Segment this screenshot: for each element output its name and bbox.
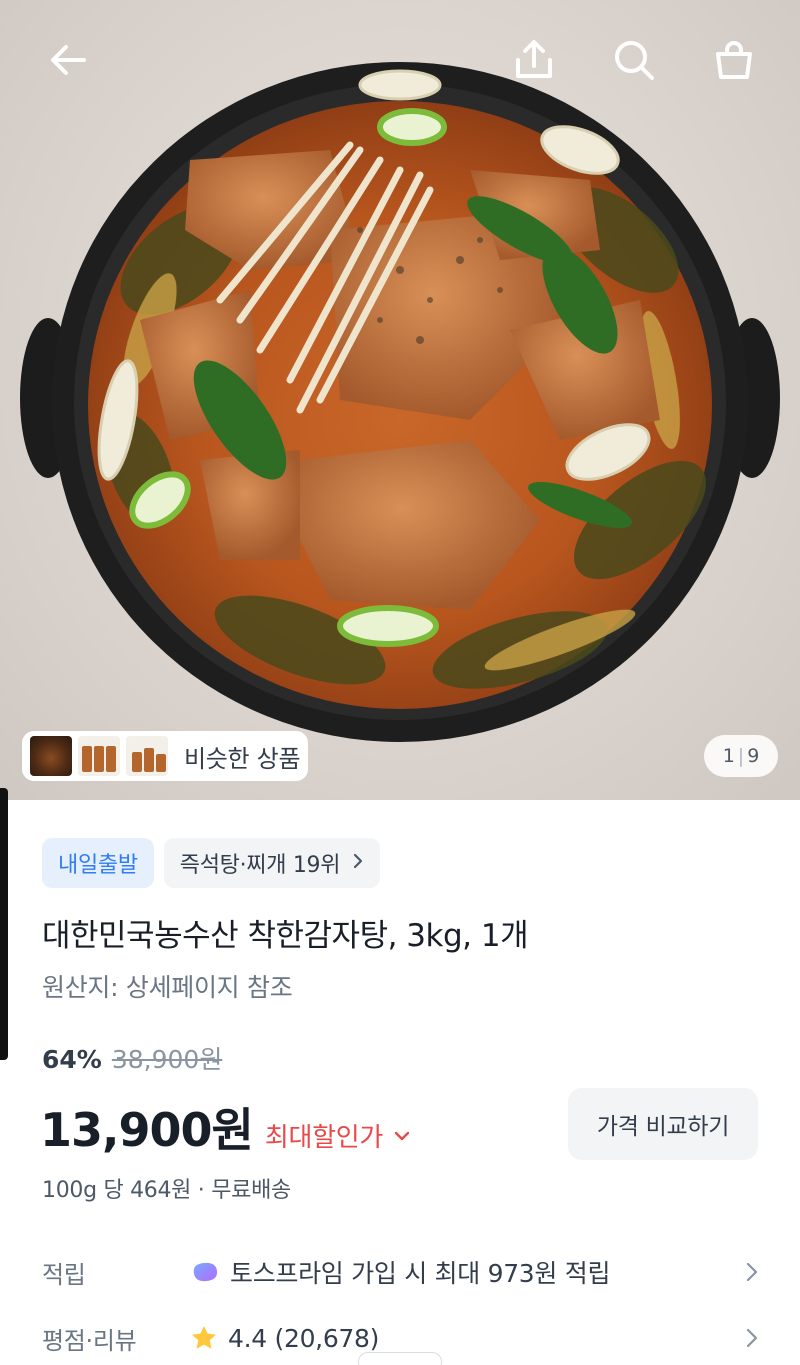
similar-products-button[interactable]: 비슷한 상품: [22, 731, 308, 781]
product-title: 대한민국농수산 착한감자탕, 3kg, 1개: [42, 918, 529, 954]
arrow-left-icon: [51, 45, 86, 75]
image-counter-total: 9: [747, 745, 760, 767]
max-discount-dropdown[interactable]: 최대할인가: [265, 1117, 411, 1154]
chevron-right-icon: [738, 1262, 758, 1282]
sale-price: 13,900원: [40, 1103, 254, 1157]
discount-rate: 64%: [42, 1045, 102, 1074]
back-button[interactable]: [40, 32, 96, 88]
points-value: 토스프라임 가입 시 최대 973원 적립: [190, 1254, 738, 1290]
search-button[interactable]: [606, 32, 662, 88]
original-price: 38,900원: [111, 1045, 223, 1074]
shopping-bag-icon: [716, 41, 752, 79]
rating-value: 4.4 (20,678): [190, 1324, 738, 1353]
discount-row: 64% 38,900원: [42, 1040, 222, 1076]
toss-prime-icon: [190, 1260, 220, 1284]
top-navigation-bar: [0, 0, 800, 120]
category-rank-label: 즉석탕·찌개 19위: [179, 853, 341, 878]
search-icon: [615, 41, 654, 80]
price-compare-button[interactable]: 가격 비교하기: [568, 1088, 758, 1160]
star-icon: [190, 1324, 218, 1352]
cart-button[interactable]: [706, 32, 762, 88]
product-image-gallery[interactable]: 비슷한 상품 1 | 9: [0, 0, 800, 800]
share-upload-icon: [516, 40, 552, 78]
rating-text: 4.4 (20,678): [228, 1323, 380, 1353]
bottom-sheet-handle: [358, 1352, 442, 1365]
edge-scroll-indicator: [0, 788, 8, 1060]
max-discount-label: 최대할인가: [264, 1123, 383, 1153]
image-counter-separator: |: [737, 745, 745, 767]
points-row[interactable]: 적립 토스프라임 가입 시 최대 973원 적립: [42, 1247, 758, 1297]
delivery-badge-label: 내일출발: [58, 853, 138, 878]
chevron-down-icon: [394, 1131, 410, 1140]
unit-price-shipping: 100g 당 464원 · 무료배송: [42, 1178, 291, 1203]
price-row: 13,900원 최대할인가: [40, 1094, 411, 1160]
share-button[interactable]: [506, 32, 562, 88]
chevron-right-icon: [352, 851, 364, 875]
chevron-right-icon: [738, 1328, 758, 1348]
similar-product-thumbnail: [126, 736, 168, 776]
image-counter-current: 1: [722, 745, 735, 767]
category-rank-badge[interactable]: 즉석탕·찌개 19위: [163, 838, 381, 888]
similar-products-label: 비슷한 상품: [184, 744, 301, 773]
similar-product-thumbnail: [78, 736, 120, 776]
product-badges: 내일출발 즉석탕·찌개 19위: [42, 838, 381, 888]
rating-review-label: 평점·리뷰: [42, 1326, 137, 1355]
product-photo: [20, 62, 780, 742]
image-counter: 1 | 9: [704, 735, 778, 777]
similar-product-thumbnail: [30, 736, 72, 776]
points-label: 적립: [42, 1260, 86, 1289]
delivery-badge: 내일출발: [42, 838, 154, 888]
points-text: 토스프라임 가입 시 최대 973원 적립: [230, 1259, 611, 1288]
product-origin: 원산지: 상세페이지 참조: [42, 973, 293, 1002]
